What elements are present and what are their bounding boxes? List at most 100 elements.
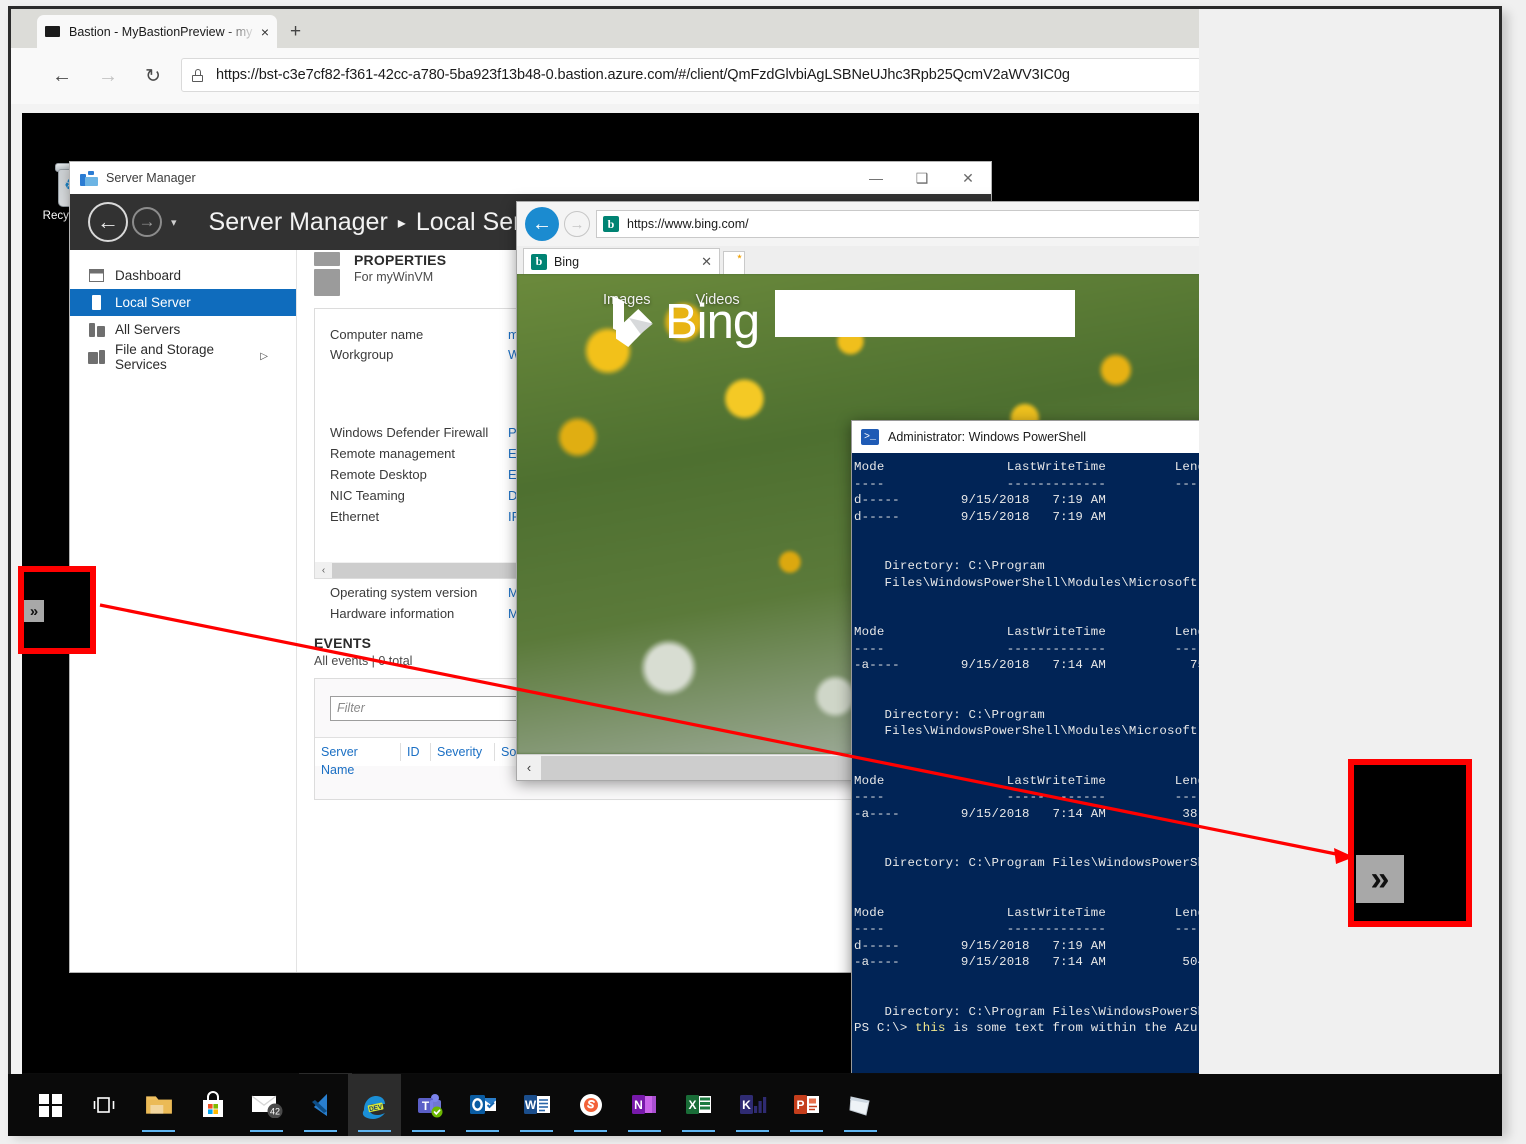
new-tab-icon[interactable]	[723, 251, 745, 274]
host-taskbar-outlook-button[interactable]	[456, 1074, 509, 1136]
task-view-icon	[93, 1097, 114, 1113]
scroll-left-icon[interactable]: ‹	[517, 756, 541, 780]
ie-address-bar[interactable]: b https://www.bing.com/ ▾	[596, 210, 1199, 238]
screenshot-root: Bastion - MyBastionPreview - my × + ← → …	[0, 0, 1526, 1144]
powershell-command-keyword: this	[915, 1021, 946, 1035]
windows-logo-icon	[39, 1093, 62, 1117]
all-servers-icon	[88, 322, 105, 337]
host-taskbar-edge-button[interactable]: DEV	[348, 1074, 401, 1136]
server-manager-titlebar[interactable]: Server Manager — ❑ ✕	[70, 162, 991, 194]
mail-icon: 42	[251, 1095, 282, 1118]
bing-logo-wordmark: Bing	[665, 294, 760, 349]
host-taskbar-task-view-button[interactable]	[78, 1074, 131, 1136]
column-header-server-name[interactable]: Server Name	[315, 743, 401, 777]
back-icon[interactable]: ←	[88, 202, 128, 242]
host-taskbar-sticky-notes-button[interactable]	[834, 1074, 887, 1136]
powershell-window[interactable]: >_ Administrator: Windows PowerShell Mod…	[851, 420, 1199, 1090]
bing-favicon-icon: b	[603, 216, 619, 232]
host-taskbar-powerpoint-button[interactable]: P	[780, 1074, 833, 1136]
power-bi-icon: K	[739, 1095, 766, 1114]
reload-icon[interactable]: ↻	[136, 59, 170, 93]
bing-search-box[interactable]	[775, 290, 1075, 337]
server-manager-sidebar: Dashboard Local Server All Servers File …	[70, 250, 297, 972]
column-header-id[interactable]: ID	[401, 743, 431, 761]
svg-text:X: X	[688, 1098, 696, 1112]
back-icon[interactable]: ←	[525, 207, 559, 241]
breadcrumb: Server Manager ▸ Local Server	[209, 208, 557, 237]
svg-text:N: N	[634, 1098, 643, 1112]
close-icon[interactable]: ×	[261, 25, 269, 39]
ie-tab-label: Bing	[554, 254, 580, 269]
host-taskbar-skype-button[interactable]	[564, 1074, 617, 1136]
property-label: Remote management	[330, 446, 456, 461]
chevron-down-icon[interactable]: ▾	[171, 216, 177, 229]
vscode-icon	[311, 1094, 327, 1116]
breadcrumb-separator-icon: ▸	[397, 214, 406, 232]
sidebar-item-local-server[interactable]: Local Server	[70, 289, 296, 316]
server-icon	[88, 295, 105, 310]
forward-icon[interactable]: →	[564, 211, 590, 237]
maximize-icon[interactable]: ❑	[899, 162, 945, 194]
sidebar-item-label: Local Server	[115, 295, 191, 310]
host-taskbar-start-button[interactable]	[24, 1074, 77, 1136]
skype-icon	[579, 1094, 602, 1116]
powershell-title: Administrator: Windows PowerShell	[888, 430, 1086, 444]
lock-icon	[192, 68, 203, 82]
close-icon[interactable]: ✕	[701, 254, 712, 270]
sticky-notes-icon	[848, 1096, 870, 1116]
sidebar-item-dashboard[interactable]: Dashboard	[70, 262, 296, 289]
ie-tab-bing[interactable]: b Bing ✕	[523, 248, 720, 274]
bing-logo[interactable]: Bing	[613, 294, 760, 349]
powerpoint-icon: P	[793, 1095, 819, 1114]
address-bar[interactable]: https://bst-c3e7cf82-f361-42cc-a780-5ba9…	[181, 58, 1199, 92]
host-taskbar-excel-button[interactable]: X	[672, 1074, 725, 1136]
properties-subheading: For myWinVM	[354, 270, 434, 284]
powershell-prompt: PS C:\>	[854, 1021, 916, 1035]
sidebar-item-all-servers[interactable]: All Servers	[70, 316, 296, 343]
host-taskbar-teams-button[interactable]: T	[402, 1074, 455, 1136]
vm-desktop[interactable]: ♻ Recycle Bin Server Manager — ❑ ✕	[22, 113, 1199, 1129]
scroll-left-icon[interactable]: ‹	[315, 562, 332, 578]
browser-window: Bastion - MyBastionPreview - my × + ← → …	[11, 9, 1199, 1129]
host-taskbar-file-explorer-button[interactable]	[132, 1074, 185, 1136]
host-taskbar-word-button[interactable]: W	[510, 1074, 563, 1136]
powershell-titlebar[interactable]: >_ Administrator: Windows PowerShell	[852, 421, 1199, 453]
browser-tab-title: Bastion - MyBastionPreview - my	[69, 24, 253, 39]
host-taskbar-power-bi-button[interactable]: K	[726, 1074, 779, 1136]
server-manager-icon	[80, 170, 98, 186]
sidebar-item-label: All Servers	[115, 322, 181, 337]
svg-text:K: K	[742, 1098, 751, 1112]
powershell-prompt-line[interactable]: PS C:\> this is some text from within th…	[854, 1020, 1199, 1037]
back-icon[interactable]: ←	[45, 59, 79, 93]
close-icon[interactable]: ✕	[945, 162, 991, 194]
host-taskbar-onenote-button[interactable]: N	[618, 1074, 671, 1136]
property-label: Ethernet	[330, 509, 380, 524]
properties-heading: PROPERTIES	[354, 252, 447, 268]
host-taskbar: 42 DEV T W N X K P	[8, 1074, 1502, 1136]
powershell-icon: >_	[861, 429, 879, 445]
forward-icon[interactable]: →	[91, 59, 125, 93]
server-properties-icon	[314, 252, 340, 296]
forward-icon[interactable]: →	[132, 207, 162, 237]
edge-dev-icon: DEV	[362, 1096, 385, 1119]
host-taskbar-mail-button[interactable]: 42	[240, 1074, 293, 1136]
filter-placeholder: Filter	[337, 701, 365, 715]
chevron-right-icon[interactable]: ▷	[260, 351, 268, 362]
powershell-output: Mode LastWriteTime Lengt ---- ----------…	[854, 460, 1199, 1019]
sidebar-item-file-and-storage-services[interactable]: File and Storage Services ▷	[70, 341, 296, 372]
host-taskbar-microsoft-store-button[interactable]	[186, 1074, 239, 1136]
bastion-vm-viewport[interactable]: ♻ Recycle Bin Server Manager — ❑ ✕	[22, 113, 1199, 1129]
powershell-console[interactable]: Mode LastWriteTime Lengt ---- ----------…	[852, 453, 1199, 1089]
browser-tab[interactable]: Bastion - MyBastionPreview - my ×	[37, 15, 277, 48]
host-taskbar-vscode-button[interactable]	[294, 1074, 347, 1136]
address-bar-url: https://bst-c3e7cf82-f361-42cc-a780-5ba9…	[216, 67, 1070, 83]
property-label: Hardware information	[330, 606, 455, 621]
new-tab-button[interactable]: +	[290, 22, 301, 41]
breadcrumb-root[interactable]: Server Manager	[209, 208, 388, 236]
svg-text:DEV: DEV	[368, 1103, 383, 1113]
bing-logo-icon	[613, 296, 655, 348]
sidebar-item-label: File and Storage Services	[115, 341, 215, 372]
column-header-severity[interactable]: Severity	[431, 743, 495, 761]
minimize-icon[interactable]: —	[853, 162, 899, 194]
outlook-icon	[469, 1095, 496, 1114]
